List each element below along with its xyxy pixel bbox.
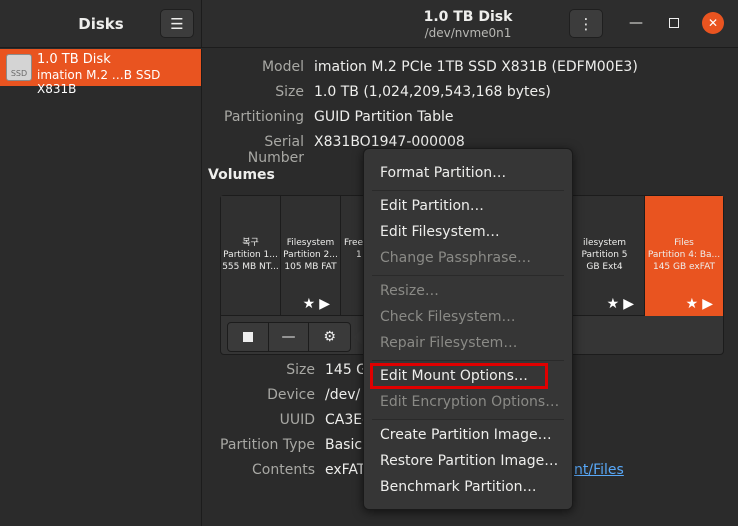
sidebar: SSD 1.0 TB Disk imation M.2 …B SSD X831B	[0, 49, 202, 526]
unmount-button[interactable]	[228, 323, 269, 351]
disk-model: imation M.2 …B SSD X831B	[37, 68, 161, 96]
minimize-icon: —	[629, 15, 643, 31]
close-icon: ✕	[707, 16, 719, 30]
partition-options-button[interactable]: ⚙	[309, 323, 350, 351]
menu-repair-filesystem: Repair Filesystem…	[380, 335, 518, 351]
partition-size-value: 145 G	[325, 362, 368, 378]
window-title: 1.0 TB Disk	[423, 9, 513, 25]
play-icon: ▶	[623, 296, 638, 312]
menu-change-passphrase: Change Passphrase…	[380, 250, 532, 266]
contents-label: Contents	[252, 462, 315, 478]
hamburger-menu-button[interactable]: ☰	[160, 9, 194, 38]
partition-5-number: Partition 5	[581, 250, 628, 260]
partition-options-menu: Format Partition… Edit Partition… Edit F…	[363, 148, 573, 510]
contents-value: exFAT	[325, 462, 366, 478]
volumes-heading: Volumes	[208, 167, 275, 183]
partition-type-label: Partition Type	[220, 437, 315, 453]
menu-benchmark-partition[interactable]: Benchmark Partition…	[380, 479, 537, 495]
gears-icon: ⚙	[323, 329, 336, 345]
device-value: /dev/	[325, 387, 361, 403]
volume-toolbar: — ⚙	[227, 322, 351, 352]
partition-1[interactable]: 복구 Partition 1... 555 MB NT...	[221, 196, 281, 316]
partition-4-number: Partition 4: Ba...	[647, 250, 721, 260]
menu-separator	[372, 419, 564, 420]
model-value: imation M.2 PCIe 1TB SSD X831B (EDFM00E3…	[314, 59, 638, 75]
menu-separator	[372, 275, 564, 276]
minus-icon: —	[281, 329, 296, 345]
partition-1-number: Partition 1...	[223, 250, 278, 260]
menu-format-partition[interactable]: Format Partition…	[380, 165, 506, 181]
partition-2[interactable]: Filesystem Partition 2... 105 MB FAT ★▶	[281, 196, 341, 316]
menu-separator	[372, 360, 564, 361]
close-button[interactable]: ✕	[702, 12, 724, 34]
partition-2-name: Filesystem	[286, 238, 335, 248]
ssd-icon: SSD	[6, 54, 32, 81]
partition-2-number: Partition 2...	[283, 250, 338, 260]
model-label: Model	[261, 59, 304, 75]
partition-5-size: GB Ext4	[586, 262, 623, 272]
size-value: 1.0 TB (1,024,209,543,168 bytes)	[314, 84, 551, 100]
menu-restore-partition-image[interactable]: Restore Partition Image…	[380, 453, 558, 469]
partition-1-name: 복구	[242, 238, 259, 248]
partition-4-selected[interactable]: Files Partition 4: Ba... 145 GB exFAT ★▶	[645, 196, 723, 316]
mount-point-link[interactable]: nt/Files	[574, 462, 624, 478]
star-icon: ★	[606, 296, 624, 312]
menu-check-filesystem: Check Filesystem…	[380, 309, 516, 325]
menu-separator	[372, 190, 564, 191]
menu-create-partition-image[interactable]: Create Partition Image…	[380, 427, 552, 443]
partition-type-value: Basic	[325, 437, 363, 453]
maximize-icon	[669, 18, 679, 28]
vertical-dots-icon: ⋮	[578, 14, 594, 33]
play-icon: ▶	[319, 296, 334, 312]
maximize-button[interactable]	[664, 13, 684, 33]
star-icon: ★	[302, 296, 320, 312]
partition-5[interactable]: ilesystem Partition 5 GB Ext4 ★▶	[565, 196, 645, 316]
play-icon: ▶	[702, 296, 717, 312]
partition-5-name: ilesystem	[582, 238, 627, 248]
partitioning-label: Partitioning	[224, 109, 304, 125]
serial-label: Serial Number	[247, 134, 304, 166]
highlight-box	[370, 363, 548, 389]
window-subtitle: /dev/nvme0n1	[424, 26, 512, 40]
hamburger-icon: ☰	[170, 14, 184, 33]
size-label: Size	[275, 84, 304, 100]
partition-size-label: Size	[286, 362, 315, 378]
device-label: Device	[267, 387, 315, 403]
uuid-label: UUID	[279, 412, 315, 428]
delete-partition-button[interactable]: —	[269, 323, 310, 351]
partition-1-size: 555 MB NT...	[222, 262, 279, 272]
partition-2-size: 105 MB FAT	[284, 262, 337, 272]
partition-4-name: Files	[674, 238, 694, 248]
menu-edit-partition[interactable]: Edit Partition…	[380, 198, 484, 214]
menu-edit-filesystem[interactable]: Edit Filesystem…	[380, 224, 500, 240]
disk-menu-button[interactable]: ⋮	[569, 9, 603, 38]
menu-resize: Resize…	[380, 283, 439, 299]
partitioning-value: GUID Partition Table	[314, 109, 454, 125]
disk-name: 1.0 TB Disk	[37, 52, 111, 67]
uuid-value: CA3E-	[325, 412, 368, 428]
stop-icon	[242, 332, 253, 342]
star-icon: ★	[685, 296, 703, 312]
menu-edit-encryption-options: Edit Encryption Options…	[380, 394, 560, 410]
partition-4-size: 145 GB exFAT	[652, 262, 716, 272]
minimize-button[interactable]: —	[626, 13, 646, 33]
sidebar-item-disk[interactable]: SSD 1.0 TB Disk imation M.2 …B SSD X831B	[0, 49, 201, 96]
